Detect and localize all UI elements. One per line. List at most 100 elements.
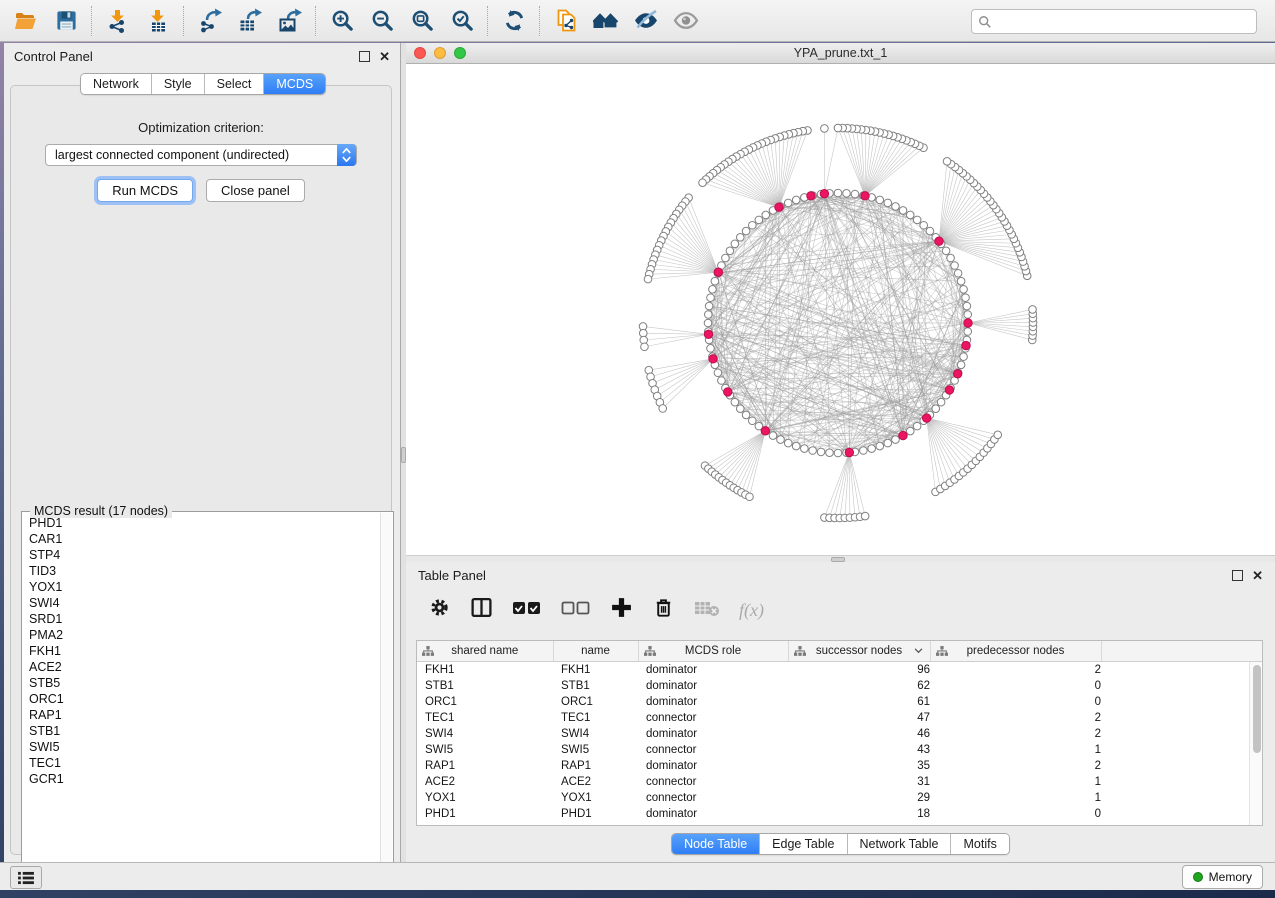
- mcds-result-item[interactable]: TEC1: [29, 755, 381, 771]
- import-network-icon[interactable]: [98, 3, 138, 39]
- table-cell: FKH1: [417, 662, 553, 679]
- export-table-icon[interactable]: [230, 3, 270, 39]
- table-cell: connector: [638, 742, 788, 758]
- table-row[interactable]: PHD1PHD1dominator180: [417, 806, 1263, 822]
- column-header-successor-nodes[interactable]: successor nodes: [788, 641, 930, 662]
- trash-icon[interactable]: [652, 596, 675, 624]
- table-cell: [1101, 742, 1263, 758]
- tab-network-table[interactable]: Network Table: [847, 834, 951, 854]
- float-panel-icon[interactable]: [359, 51, 370, 62]
- table-cell: [1101, 678, 1263, 694]
- table-cell: 31: [788, 774, 930, 790]
- refresh-icon[interactable]: [494, 3, 534, 39]
- table-cell: SWI4: [553, 726, 638, 742]
- export-image-icon[interactable]: [270, 3, 310, 39]
- column-header-predecessor-nodes[interactable]: predecessor nodes: [930, 641, 1101, 662]
- table-cell: dominator: [638, 678, 788, 694]
- table-row[interactable]: ORC1ORC1dominator610: [417, 694, 1263, 710]
- table-cell: YOX1: [553, 790, 638, 806]
- duplicate-network-icon[interactable]: [546, 3, 586, 39]
- tab-node-table[interactable]: Node Table: [672, 834, 759, 854]
- mcds-result-item[interactable]: SWI4: [29, 595, 381, 611]
- select-all-checkboxes-icon[interactable]: [512, 597, 542, 624]
- mcds-result-item[interactable]: STP4: [29, 547, 381, 563]
- table-cell: dominator: [638, 662, 788, 679]
- search-input[interactable]: [992, 14, 1256, 30]
- network-canvas[interactable]: [406, 64, 1275, 556]
- task-history-button[interactable]: [10, 866, 42, 889]
- tab-style[interactable]: Style: [151, 74, 204, 94]
- table-row[interactable]: SWI5SWI5connector431: [417, 742, 1263, 758]
- toolbar-separator: [91, 6, 93, 36]
- zoom-out-icon[interactable]: [362, 3, 402, 39]
- houses-icon[interactable]: [586, 3, 626, 39]
- float-table-panel-icon[interactable]: [1232, 570, 1243, 581]
- mcds-result-item[interactable]: PHD1: [29, 515, 381, 531]
- table-row[interactable]: SWI4SWI4dominator462: [417, 726, 1263, 742]
- search-field[interactable]: [971, 9, 1257, 34]
- tab-mcds[interactable]: MCDS: [263, 74, 325, 94]
- gear-icon[interactable]: [428, 596, 451, 624]
- mcds-list-scrollbar[interactable]: [380, 513, 392, 880]
- split-columns-icon[interactable]: [470, 596, 493, 624]
- memory-label: Memory: [1209, 870, 1252, 884]
- clear-checkboxes-icon[interactable]: [561, 597, 591, 624]
- mcds-result-item[interactable]: SRD1: [29, 611, 381, 627]
- mcds-result-item[interactable]: YOX1: [29, 579, 381, 595]
- list-icon: [18, 871, 34, 885]
- control-panel-body: Optimization criterion: largest connecte…: [10, 85, 392, 855]
- table-row[interactable]: STB1STB1dominator620: [417, 678, 1263, 694]
- mcds-result-item[interactable]: STB5: [29, 675, 381, 691]
- add-column-icon[interactable]: [610, 596, 633, 624]
- tab-select[interactable]: Select: [204, 74, 264, 94]
- close-panel-button[interactable]: Close panel: [206, 179, 305, 202]
- table-scrollbar[interactable]: [1249, 662, 1262, 825]
- table-row[interactable]: FKH1FKH1dominator962: [417, 662, 1263, 679]
- optimization-criterion-select[interactable]: largest connected component (undirected): [45, 144, 357, 166]
- table-cell: RAP1: [553, 758, 638, 774]
- mcds-result-item[interactable]: ACE2: [29, 659, 381, 675]
- table-cell: [1101, 790, 1263, 806]
- mcds-result-item[interactable]: GCR1: [29, 771, 381, 787]
- table-row[interactable]: TEC1TEC1connector472: [417, 710, 1263, 726]
- tab-motifs[interactable]: Motifs: [950, 834, 1008, 854]
- mcds-result-item[interactable]: SWI5: [29, 739, 381, 755]
- table-row[interactable]: RAP1RAP1dominator352: [417, 758, 1263, 774]
- open-folder-icon[interactable]: [6, 3, 46, 39]
- hide-eye-slash-icon[interactable]: [626, 3, 666, 39]
- mcds-result-item[interactable]: STB1: [29, 723, 381, 739]
- zoom-in-icon[interactable]: [322, 3, 362, 39]
- table-scrollbar-thumb[interactable]: [1253, 665, 1261, 753]
- mcds-result-item[interactable]: RAP1: [29, 707, 381, 723]
- table-cell: PHD1: [417, 806, 553, 822]
- export-network-icon[interactable]: [190, 3, 230, 39]
- table-cell: [1101, 726, 1263, 742]
- table-header-row[interactable]: shared namenameMCDS rolesuccessor nodesp…: [417, 641, 1263, 662]
- mcds-result-item[interactable]: PMA2: [29, 627, 381, 643]
- tab-network[interactable]: Network: [81, 74, 151, 94]
- column-header-shared-name[interactable]: shared name: [417, 641, 553, 662]
- zoom-fit-icon[interactable]: [402, 3, 442, 39]
- table-row[interactable]: YOX1YOX1connector291: [417, 790, 1263, 806]
- table-cell: ACE2: [417, 774, 553, 790]
- column-header-MCDS-role[interactable]: MCDS role: [638, 641, 788, 662]
- import-table-icon[interactable]: [138, 3, 178, 39]
- table-cell: [1101, 758, 1263, 774]
- close-panel-icon[interactable]: ✕: [379, 52, 390, 61]
- zoom-selected-icon[interactable]: [442, 3, 482, 39]
- run-mcds-button[interactable]: Run MCDS: [97, 179, 193, 202]
- table-row[interactable]: ACE2ACE2connector311: [417, 774, 1263, 790]
- function-builder-icon: f(x): [739, 600, 764, 621]
- save-icon[interactable]: [46, 3, 86, 39]
- close-table-panel-icon[interactable]: ✕: [1252, 571, 1263, 580]
- column-header-name[interactable]: name: [553, 641, 638, 662]
- show-eye-icon[interactable]: [666, 3, 706, 39]
- table-cell: dominator: [638, 694, 788, 710]
- tab-edge-table[interactable]: Edge Table: [759, 834, 846, 854]
- memory-button[interactable]: Memory: [1182, 865, 1263, 889]
- mcds-result-item[interactable]: TID3: [29, 563, 381, 579]
- mcds-result-item[interactable]: FKH1: [29, 643, 381, 659]
- network-title: YPA_prune.txt_1: [406, 46, 1275, 60]
- mcds-result-item[interactable]: CAR1: [29, 531, 381, 547]
- mcds-result-item[interactable]: ORC1: [29, 691, 381, 707]
